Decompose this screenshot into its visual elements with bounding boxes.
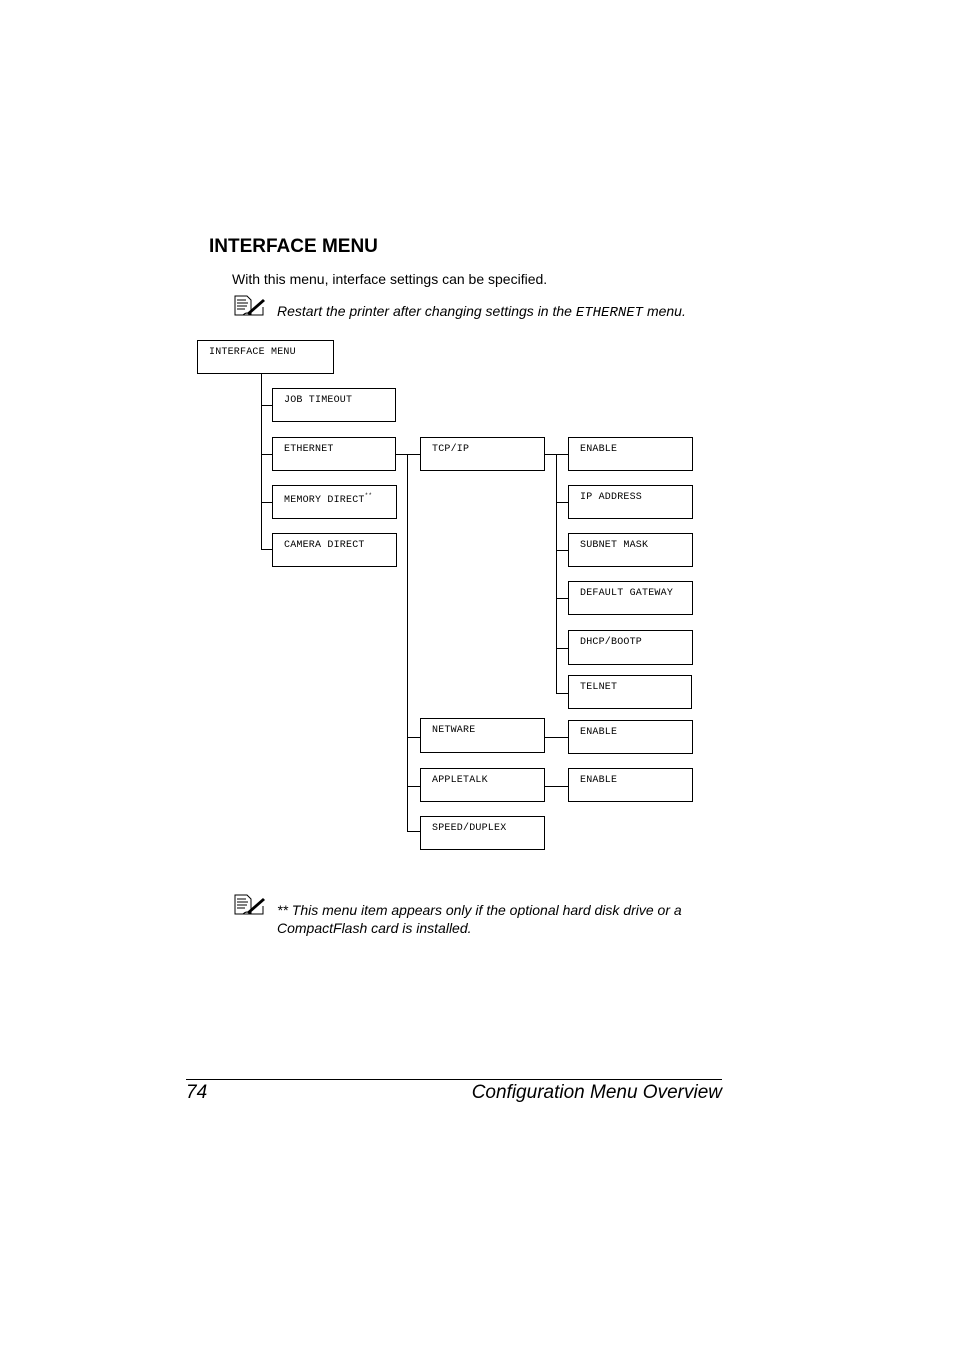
connector-subnet-mask <box>556 550 568 551</box>
note-footnote-line2: CompactFlash card is installed. <box>277 920 472 936</box>
section-heading: INTERFACE MENU <box>209 236 378 257</box>
connector-tcpip-trunk <box>556 454 557 694</box>
menu-box-camera-direct: CAMERA DIRECT <box>272 533 397 567</box>
menu-box-telnet: TELNET <box>568 675 692 709</box>
menu-box-tcpip: TCP/IP <box>420 437 545 471</box>
menu-box-default-gateway: DEFAULT GATEWAY <box>568 581 693 615</box>
connector-default-gateway <box>556 598 568 599</box>
connector-ethernet-out <box>396 454 420 455</box>
menu-box-dhcp-bootp: DHCP/BOOTP <box>568 630 693 665</box>
connector-netware-enable <box>544 737 568 738</box>
connector-dhcp-bootp <box>556 648 568 649</box>
note-pencil-icon <box>234 894 265 915</box>
menu-box-memory-direct: MEMORY DIRECT** <box>272 485 397 519</box>
note-code-ethernet: ETHERNET <box>575 305 644 321</box>
connector-ip-address <box>556 502 568 503</box>
note-footnote-line1: ** This menu item appears only if the op… <box>277 902 682 918</box>
note-text-after: menu. <box>643 303 686 319</box>
menu-box-netware-enable: ENABLE <box>568 720 693 754</box>
connector-camera-direct <box>261 549 272 550</box>
menu-box-ethernet: ETHERNET <box>272 437 396 471</box>
connector-root-trunk <box>261 373 262 550</box>
menu-box-ip-address: IP ADDRESS <box>568 485 693 519</box>
intro-text: With this menu, interface settings can b… <box>232 271 548 287</box>
connector-appletalk-enable <box>544 786 568 787</box>
note-text-before: Restart the printer after changing setti… <box>277 303 576 319</box>
connector-ethernet-trunk <box>407 454 408 832</box>
menu-box-speed-duplex: SPEED/DUPLEX <box>420 816 545 850</box>
footer-rule <box>186 1079 722 1080</box>
menu-box-subnet-mask: SUBNET MASK <box>568 533 693 567</box>
footnote-mark: ** <box>364 492 373 499</box>
note-restart: Restart the printer after changing setti… <box>277 302 686 322</box>
menu-box-appletalk-enable: ENABLE <box>568 768 693 802</box>
menu-box-tcpip-enable: ENABLE <box>568 437 693 471</box>
footer-title: Configuration Menu Overview <box>471 1082 722 1103</box>
connector-speed-duplex <box>407 831 420 832</box>
note-footnote: ** This menu item appears only if the op… <box>277 901 682 937</box>
connector-ethernet <box>261 454 272 455</box>
connector-job-timeout <box>261 405 272 406</box>
menu-box-appletalk: APPLETALK <box>420 768 545 802</box>
page-number: 74 <box>186 1082 208 1103</box>
connector-memory-direct <box>261 502 272 503</box>
note-pencil-icon <box>234 295 265 316</box>
memory-direct-label: MEMORY DIRECT <box>284 495 365 506</box>
menu-box-job-timeout: JOB TIMEOUT <box>272 388 396 422</box>
menu-box-netware: NETWARE <box>420 718 545 753</box>
menu-box-interface-menu: INTERFACE MENU <box>197 340 334 374</box>
connector-netware <box>407 737 420 738</box>
connector-telnet <box>556 693 568 694</box>
connector-appletalk <box>407 786 420 787</box>
